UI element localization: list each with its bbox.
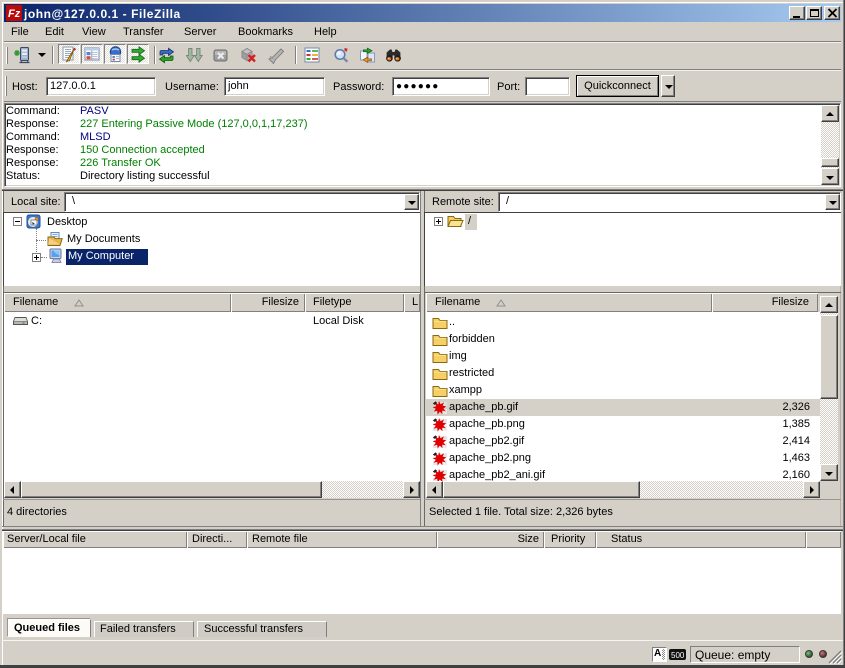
svg-text:Fz: Fz — [8, 8, 21, 20]
